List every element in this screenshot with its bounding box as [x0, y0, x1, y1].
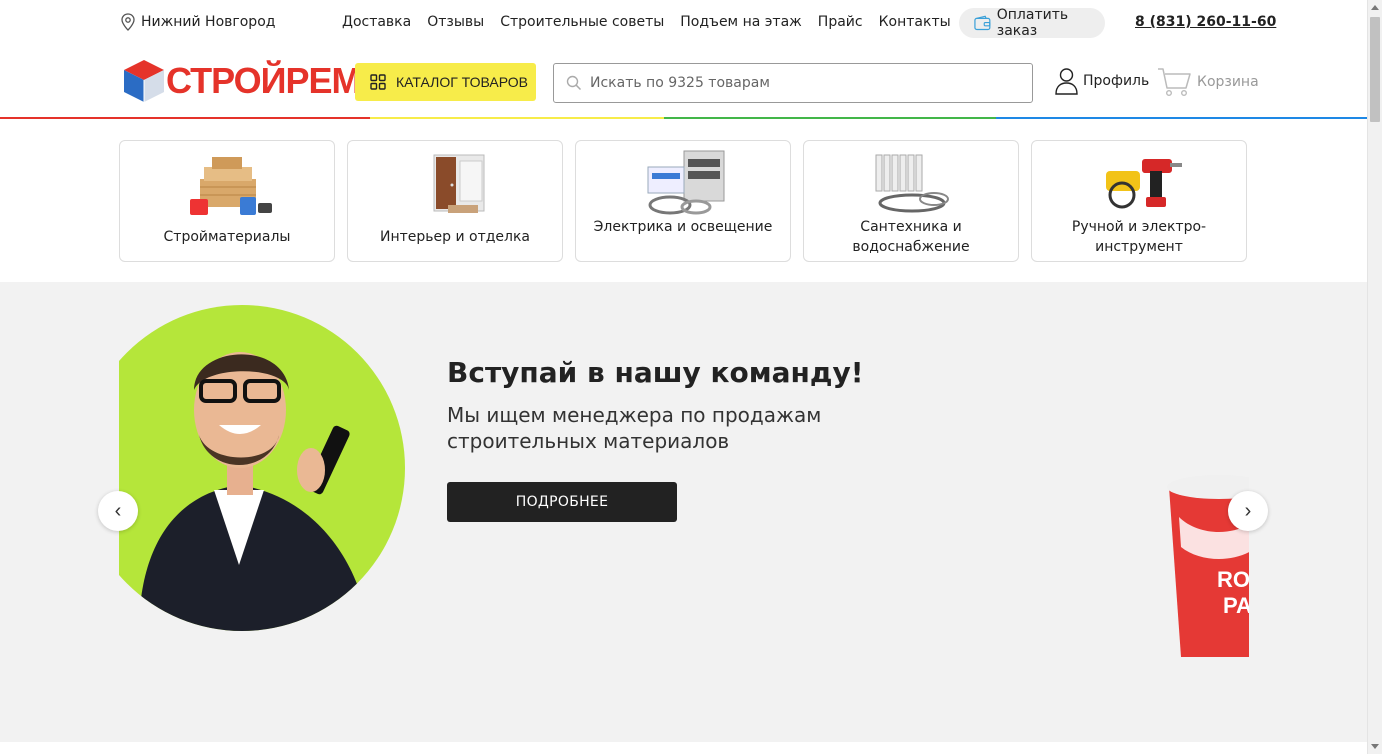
- nav-price[interactable]: Прайс: [818, 14, 863, 30]
- electrical-panel-icon: [647, 150, 725, 215]
- phone-link[interactable]: 8 (831) 260-11-60: [1135, 14, 1276, 30]
- slider-next-button[interactable]: ›: [1228, 491, 1268, 531]
- svg-text:PA: PA: [1223, 593, 1249, 618]
- catalog-button[interactable]: КАТАЛОГ ТОВАРОВ: [355, 63, 536, 101]
- banner-title: Вступай в нашу команду!: [447, 356, 864, 389]
- page-bottom: [0, 742, 1367, 754]
- vertical-scrollbar[interactable]: [1367, 0, 1382, 754]
- category-building-materials[interactable]: Стройматериалы: [119, 140, 335, 262]
- scrollbar-thumb[interactable]: [1370, 17, 1380, 122]
- power-tools-icon: [1106, 159, 1182, 209]
- category-label: Сантехника и водоснабжение: [852, 219, 970, 255]
- wallet-icon: [974, 15, 991, 31]
- scroll-down-arrow-icon[interactable]: [1371, 744, 1379, 749]
- page: Нижний Новгород Доставка Отзывы Строител…: [0, 0, 1367, 754]
- nav-delivery[interactable]: Доставка: [342, 14, 411, 30]
- category-tiles: Стройматериалы Интерьер и отделка Электр…: [119, 140, 1247, 262]
- door-icon: [433, 154, 485, 213]
- cart-link[interactable]: Корзина: [1157, 66, 1259, 98]
- banner-slide: Вступай в нашу команду! Мы ищем менеджер…: [119, 282, 1249, 742]
- stripe-green: [664, 117, 996, 119]
- top-bar: Нижний Новгород Доставка Отзывы Строител…: [0, 0, 1367, 46]
- stripe-blue: [996, 117, 1367, 119]
- city-label: Нижний Новгород: [141, 14, 276, 30]
- stripe-red: [0, 117, 370, 119]
- category-electrical[interactable]: Электрика и освещение: [575, 140, 791, 262]
- pay-order-button[interactable]: Оплатить заказ: [959, 7, 1105, 39]
- search-box: [553, 63, 1033, 103]
- radiator-icon: [875, 154, 949, 213]
- category-label: Стройматериалы: [163, 229, 291, 245]
- profile-link[interactable]: Профиль: [1054, 67, 1149, 95]
- cart-icon: [1158, 68, 1191, 97]
- profile-label: Профиль: [1083, 73, 1150, 89]
- category-label: Интерьер и отделка: [379, 229, 531, 245]
- grid-icon: [370, 74, 386, 90]
- category-label: Ручной и электро-инструмент: [1071, 219, 1207, 255]
- pay-order-label: Оплатить заказ: [996, 7, 1069, 39]
- nav-contacts[interactable]: Контакты: [879, 14, 951, 30]
- promo-banner: Вступай в нашу команду! Мы ищем менеджер…: [0, 282, 1367, 742]
- logo-text: СТРОЙРЕМ: [166, 60, 362, 101]
- nav-reviews[interactable]: Отзывы: [427, 14, 484, 30]
- search-input[interactable]: [590, 75, 990, 91]
- category-label: Электрика и освещение: [593, 219, 773, 235]
- site-logo[interactable]: СТРОЙРЕМ: [122, 58, 362, 104]
- color-stripe: [0, 117, 1367, 119]
- top-nav: Доставка Отзывы Строительные советы Подъ…: [342, 14, 951, 30]
- banner-subtitle: Мы ищем менеджера по продажам строительн…: [447, 403, 822, 453]
- user-icon: [1055, 68, 1078, 95]
- catalog-label: КАТАЛОГ ТОВАРОВ: [396, 74, 528, 90]
- location-pin-icon: [121, 13, 135, 31]
- stripe-yellow: [370, 117, 664, 119]
- cart-label: Корзина: [1197, 74, 1259, 90]
- category-interior[interactable]: Интерьер и отделка: [347, 140, 563, 262]
- banner-image-circle: [119, 305, 405, 631]
- slider-prev-button[interactable]: ‹: [98, 491, 138, 531]
- nav-building-tips[interactable]: Строительные советы: [500, 14, 664, 30]
- banner-more-button[interactable]: ПОДРОБНЕЕ: [447, 482, 677, 522]
- city-selector[interactable]: Нижний Новгород: [120, 13, 275, 31]
- nav-floor-lifting[interactable]: Подъем на этаж: [680, 14, 802, 30]
- logo-cube-icon: [124, 60, 164, 102]
- category-plumbing[interactable]: Сантехника и водоснабжение: [803, 140, 1019, 262]
- lumber-icon: [190, 157, 272, 215]
- category-tools[interactable]: Ручной и электро-инструмент: [1031, 140, 1247, 262]
- search-icon[interactable]: [566, 75, 582, 91]
- svg-text:RO: RO: [1217, 567, 1249, 592]
- smiling-man-with-phone-image: [139, 352, 369, 631]
- scroll-up-arrow-icon[interactable]: [1371, 5, 1379, 10]
